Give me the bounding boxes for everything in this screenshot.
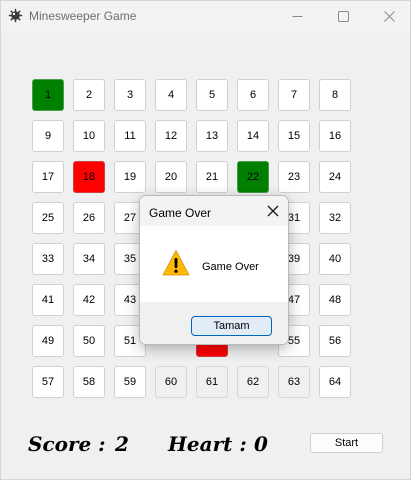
board-cell[interactable]: 32 (319, 202, 351, 234)
board-cell[interactable]: 42 (73, 284, 105, 316)
board-cell[interactable]: 17 (32, 161, 64, 193)
close-button[interactable] (366, 1, 411, 31)
board-cell[interactable]: 60 (155, 366, 187, 398)
board-cell[interactable]: 7 (278, 79, 310, 111)
board-cell[interactable]: 23 (278, 161, 310, 193)
board-cell[interactable]: 14 (237, 120, 269, 152)
board-cell[interactable]: 13 (196, 120, 228, 152)
board-cell[interactable]: 50 (73, 325, 105, 357)
board-cell[interactable]: 49 (32, 325, 64, 357)
dialog-ok-button[interactable]: Tamam (191, 316, 272, 336)
board-cell[interactable]: 59 (114, 366, 146, 398)
board-cell[interactable]: 10 (73, 120, 105, 152)
board-cell[interactable]: 2 (73, 79, 105, 111)
maximize-button[interactable] (320, 1, 366, 31)
board-cell[interactable]: 57 (32, 366, 64, 398)
board-cell[interactable]: 21 (196, 161, 228, 193)
dialog-message: Game Over (202, 261, 259, 273)
board-cell[interactable]: 25 (32, 202, 64, 234)
board-cell[interactable]: 40 (319, 243, 351, 275)
board-cell[interactable]: 61 (196, 366, 228, 398)
board-cell[interactable]: 3 (114, 79, 146, 111)
window-title: Minesweeper Game (29, 9, 137, 23)
board-cell[interactable]: 6 (237, 79, 269, 111)
dialog-title: Game Over (149, 206, 212, 220)
board-cell[interactable]: 63 (278, 366, 310, 398)
close-icon (383, 10, 395, 22)
board-cell[interactable]: 58 (73, 366, 105, 398)
minimize-button[interactable] (274, 1, 320, 31)
board-cell[interactable]: 4 (155, 79, 187, 111)
maximize-icon (337, 10, 349, 22)
board-cell[interactable]: 41 (32, 284, 64, 316)
board-cell[interactable]: 20 (155, 161, 187, 193)
title-bar: Minesweeper Game (1, 1, 410, 31)
heart-label: Heart : (168, 432, 247, 456)
board-cell[interactable]: 34 (73, 243, 105, 275)
board-cell[interactable]: 12 (155, 120, 187, 152)
board-cell[interactable]: 26 (73, 202, 105, 234)
board-cell[interactable]: 15 (278, 120, 310, 152)
board-cell[interactable]: 56 (319, 325, 351, 357)
board-cell[interactable]: 64 (319, 366, 351, 398)
board-cell[interactable]: 11 (114, 120, 146, 152)
board-cell[interactable]: 18 (73, 161, 105, 193)
score-label: Score : (28, 432, 106, 456)
board-cell[interactable]: 1 (32, 79, 64, 111)
mine-icon (8, 8, 23, 23)
minimize-icon (292, 15, 302, 17)
board-cell[interactable]: 62 (237, 366, 269, 398)
warning-icon (162, 250, 190, 276)
app-window: Minesweeper Game 1 2 3 4 5 6 7 8 9 10 11 12 13 14 15 16… (0, 0, 411, 480)
board-cell[interactable]: 24 (319, 161, 351, 193)
board-cell[interactable]: 22 (237, 161, 269, 193)
game-over-dialog: Game Over Game Over Tamam (139, 195, 289, 345)
score-value: 2 (115, 432, 129, 456)
start-button[interactable]: Start (310, 433, 383, 453)
board-cell[interactable]: 8 (319, 79, 351, 111)
board-cell[interactable]: 16 (319, 120, 351, 152)
dialog-close-icon[interactable] (265, 203, 281, 219)
board-cell[interactable]: 33 (32, 243, 64, 275)
board-cell[interactable]: 9 (32, 120, 64, 152)
board-cell[interactable]: 48 (319, 284, 351, 316)
heart-value: 0 (254, 432, 268, 456)
board-cell[interactable]: 5 (196, 79, 228, 111)
board-cell[interactable]: 19 (114, 161, 146, 193)
